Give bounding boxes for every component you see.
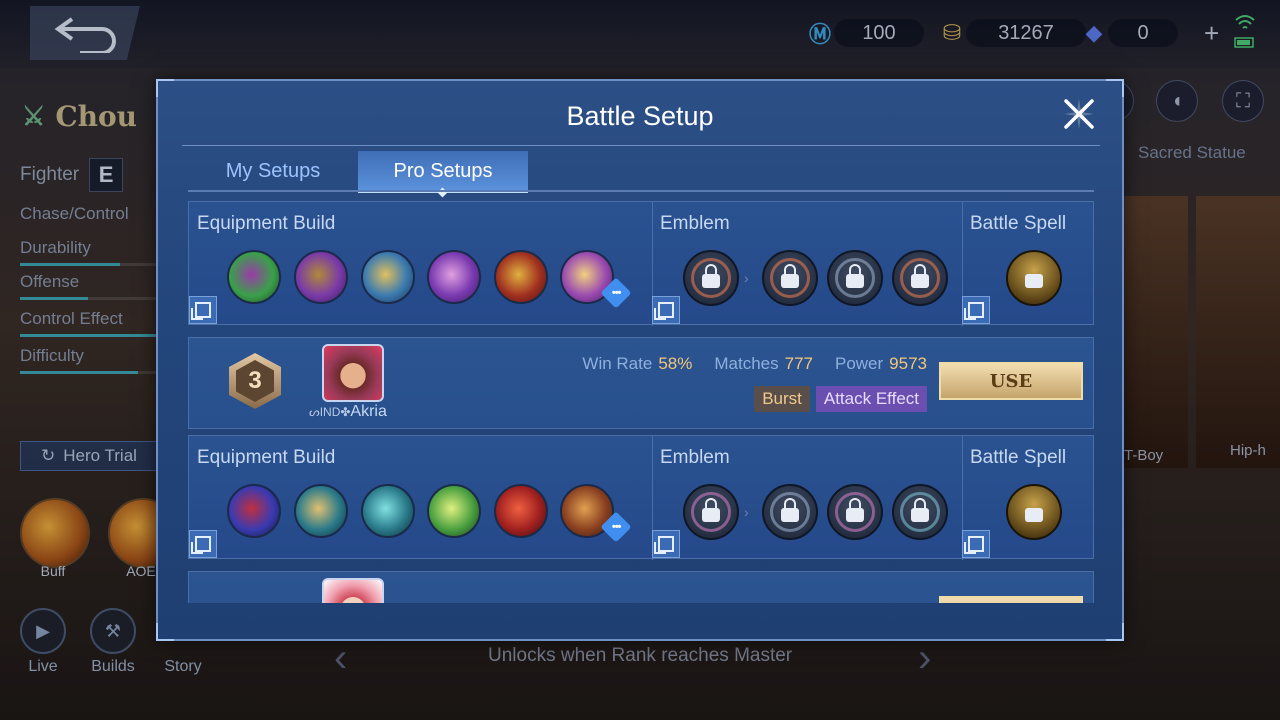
- lock-icon: [911, 498, 929, 522]
- tag-burst: Burst: [754, 386, 810, 412]
- copy-spell-button[interactable]: [962, 530, 990, 558]
- build-stats: Win Rate 58% Matches 777 Power 9573: [582, 354, 927, 373]
- battle-setup-modal: Battle Setup My Setups Pro Setups Equipm…: [156, 79, 1124, 641]
- lock-icon: [781, 498, 799, 522]
- win-rate-value: 58%: [658, 354, 693, 373]
- copy-spell-button[interactable]: [962, 296, 990, 324]
- talent-heart-icon[interactable]: [762, 250, 818, 306]
- equipment-build-title: Equipment Build: [197, 447, 336, 468]
- power-value: 9573: [889, 354, 927, 373]
- pro-player-row-next: [188, 571, 1094, 603]
- tab-my-setups[interactable]: My Setups: [188, 151, 358, 191]
- close-button[interactable]: [1062, 97, 1096, 131]
- helmet-item-icon[interactable]: [294, 250, 348, 304]
- modal-title: Battle Setup: [566, 101, 714, 131]
- blade-item-icon[interactable]: [361, 250, 415, 304]
- rank-badge: 3: [225, 350, 285, 412]
- pro-player-row: 3 ᔕIND✤Akria Win Rate 58% Matches 777 Powe…: [188, 337, 1094, 429]
- build-1-loadout: Equipment Build Emblem Battle Spell ••• …: [188, 201, 1094, 326]
- crimson-blade-icon[interactable]: [494, 484, 548, 538]
- talent-swirl-icon[interactable]: [892, 484, 948, 540]
- spear-item-icon[interactable]: [361, 484, 415, 538]
- copy-equipment-button[interactable]: [189, 296, 217, 324]
- talent-hammer-icon[interactable]: [827, 250, 883, 306]
- copy-emblem-button[interactable]: [652, 530, 680, 558]
- setup-tabs: My Setups Pro Setups: [188, 151, 528, 193]
- sword-item-icon[interactable]: [427, 484, 481, 538]
- lock-icon: [781, 264, 799, 288]
- tag-attack-effect: Attack Effect: [815, 386, 927, 412]
- shield-item-icon[interactable]: [427, 250, 481, 304]
- copy-emblem-button[interactable]: [652, 296, 680, 324]
- close-icon: [1064, 99, 1094, 129]
- emblem-title: Emblem: [660, 213, 730, 234]
- battle-spell-title: Battle Spell: [970, 213, 1067, 234]
- talent-target-icon[interactable]: [827, 484, 883, 540]
- build-tags: Burst Attack Effect: [754, 386, 927, 412]
- talent-core-icon[interactable]: [892, 250, 948, 306]
- battle-spell-icon[interactable]: [1006, 484, 1062, 540]
- avatar[interactable]: [322, 344, 384, 402]
- lock-icon: [846, 498, 864, 522]
- copy-equipment-button[interactable]: [189, 530, 217, 558]
- tab-pro-setups[interactable]: Pro Setups: [358, 151, 528, 193]
- lock-icon: [846, 264, 864, 288]
- dagger-item-icon[interactable]: [227, 484, 281, 538]
- build-2-loadout: Equipment Build Emblem Battle Spell ••• …: [188, 435, 1094, 560]
- builds-list[interactable]: Equipment Build Emblem Battle Spell ••• …: [188, 201, 1094, 603]
- lock-icon: [702, 498, 720, 522]
- player-name: ᔕIND✤Akria: [309, 403, 387, 420]
- assassin-emblem-icon[interactable]: [683, 484, 739, 540]
- avatar[interactable]: [322, 578, 384, 603]
- battle-spell-icon[interactable]: [1006, 250, 1062, 306]
- emblem-title: Emblem: [660, 447, 730, 468]
- talent-blade-icon[interactable]: [762, 484, 818, 540]
- matches-value: 777: [784, 354, 813, 373]
- basic-emblem-icon[interactable]: [683, 250, 739, 306]
- battle-spell-title: Battle Spell: [970, 447, 1067, 468]
- lock-icon: [911, 264, 929, 288]
- lock-icon: [702, 264, 720, 288]
- use-button-next[interactable]: [939, 596, 1083, 603]
- gauntlet-item-icon[interactable]: [294, 484, 348, 538]
- boots-item-icon[interactable]: [227, 250, 281, 304]
- use-button[interactable]: USE: [939, 362, 1083, 400]
- axe-item-icon[interactable]: [494, 250, 548, 304]
- equipment-build-title: Equipment Build: [197, 213, 336, 234]
